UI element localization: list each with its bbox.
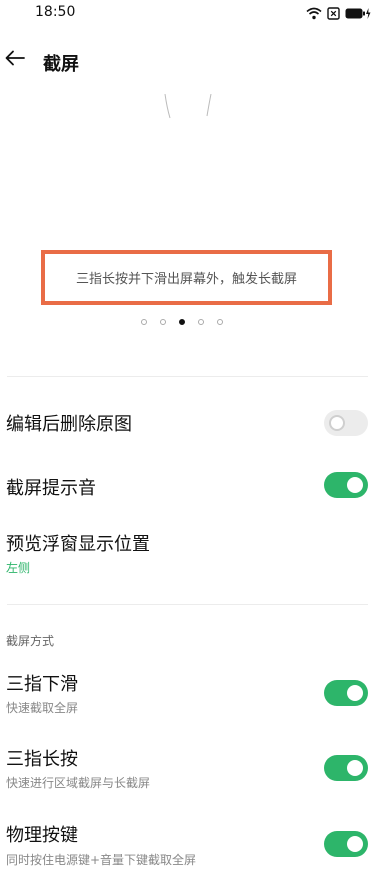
preview-caption-highlight: 三指长按并下滑出屏幕外，触发长截屏: [41, 250, 332, 305]
three-finger-hold-toggle[interactable]: [324, 755, 368, 781]
setting-value: 左侧: [6, 561, 31, 575]
preview-caption: 三指长按并下滑出屏幕外，触发长截屏: [75, 272, 297, 287]
page-dot[interactable]: [141, 319, 147, 325]
page-title: 截屏: [43, 54, 79, 75]
delete-original-toggle[interactable]: [324, 410, 368, 436]
setting-title: 物理按键: [6, 825, 78, 846]
toggle-knob: [347, 760, 363, 776]
setting-subtitle: 快速进行区域截屏与长截屏: [6, 776, 151, 790]
top-app-bar: 截屏: [0, 38, 385, 84]
setting-title: 三指长按: [6, 749, 78, 770]
wifi-icon: [306, 5, 322, 24]
setting-screenshot-sound[interactable]: 截屏提示音: [0, 458, 385, 512]
page-indicator: [141, 319, 223, 325]
setting-float-position[interactable]: 预览浮窗显示位置 左侧: [0, 520, 385, 582]
three-finger-swipe-toggle[interactable]: [324, 680, 368, 706]
setting-subtitle: 快速截取全屏: [6, 701, 79, 715]
setting-title: 预览浮窗显示位置: [6, 534, 150, 555]
page-dot[interactable]: [217, 319, 223, 325]
setting-delete-original[interactable]: 编辑后删除原图: [0, 396, 385, 450]
setting-subtitle: 同时按住电源键+音量下键截取全屏: [6, 853, 197, 867]
section-label: 截屏方式: [6, 634, 55, 648]
setting-three-finger-swipe[interactable]: 三指下滑 快速截取全屏: [0, 660, 385, 722]
setting-three-finger-hold[interactable]: 三指长按 快速进行区域截屏与长截屏: [0, 735, 385, 797]
toggle-knob: [347, 477, 363, 493]
divider: [7, 376, 368, 377]
gesture-illustration: [164, 94, 212, 119]
back-button[interactable]: [2, 46, 28, 74]
setting-title: 截屏提示音: [6, 478, 96, 499]
setting-title: 三指下滑: [6, 674, 78, 695]
status-time: 18:50: [35, 4, 76, 20]
status-icons: [306, 5, 371, 24]
page-dot-active[interactable]: [179, 319, 185, 325]
divider: [7, 604, 368, 605]
toggle-knob: [329, 415, 345, 431]
toggle-knob: [347, 685, 363, 701]
physical-keys-toggle[interactable]: [324, 831, 368, 857]
back-arrow-icon: [5, 50, 25, 70]
gesture-preview[interactable]: [0, 94, 385, 344]
setting-physical-keys[interactable]: 物理按键 同时按住电源键+音量下键截取全屏: [0, 811, 385, 873]
screenshot-sound-toggle[interactable]: [324, 472, 368, 498]
page-dot[interactable]: [160, 319, 166, 325]
battery-charging-icon: [345, 5, 371, 24]
status-bar: 18:50: [0, 0, 385, 26]
sim-off-icon: [327, 5, 340, 24]
toggle-knob: [347, 836, 363, 852]
page-dot[interactable]: [198, 319, 204, 325]
setting-title: 编辑后删除原图: [6, 414, 132, 435]
